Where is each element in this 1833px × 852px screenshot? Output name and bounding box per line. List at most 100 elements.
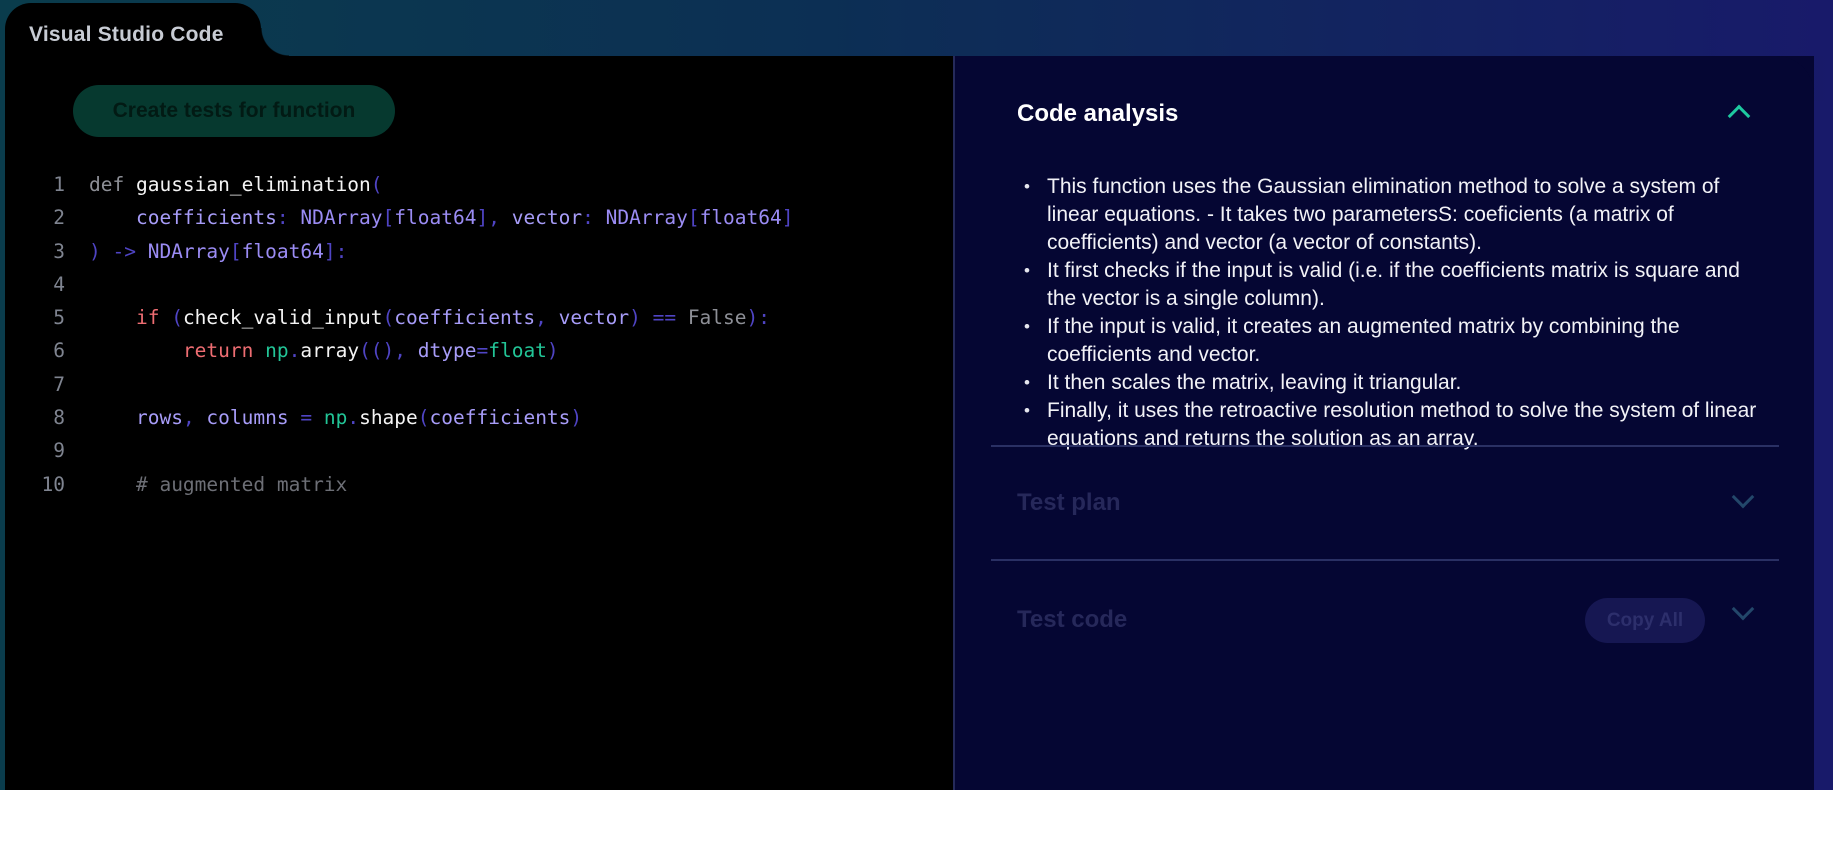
code-line[interactable]: 6 return np.array((), dtype=float) — [5, 334, 953, 367]
code-token: [ — [229, 239, 242, 263]
code-token: ]: — [323, 239, 348, 263]
chevron-up-icon[interactable] — [1727, 104, 1751, 128]
code-text: rows, columns = np.shape(coefficients) — [89, 401, 582, 434]
code-text: ) -> NDArray[float64]: — [89, 235, 347, 268]
code-token: dtype — [417, 339, 477, 363]
line-number: 8 — [53, 406, 65, 430]
analysis-bullet: It first checks if the input is valid (i… — [1024, 257, 1764, 313]
code-text: return np.array((), dtype=float) — [89, 334, 559, 367]
code-line[interactable]: 2 coefficients: NDArray[float64], vector… — [5, 201, 953, 234]
code-token: coefficients — [394, 306, 536, 330]
section-divider — [991, 445, 1779, 447]
code-token: ] — [781, 206, 794, 230]
line-number: 7 — [53, 372, 65, 396]
code-token: NDArray — [300, 206, 383, 230]
code-token: return — [182, 339, 254, 363]
line-number: 2 — [53, 206, 65, 230]
code-token: if — [135, 306, 160, 330]
code-token: = — [476, 339, 489, 363]
code-token: ) — [570, 406, 583, 430]
code-editor[interactable]: Create tests for function 1 def gaussian_… — [5, 56, 953, 790]
code-token: ): — [746, 306, 770, 330]
code-line[interactable]: 5 if (check_valid_input(coefficients, ve… — [5, 301, 953, 334]
section-divider — [991, 559, 1779, 561]
code-token: [ — [382, 206, 395, 230]
code-token: ) == — [629, 306, 688, 330]
create-tests-button[interactable]: Create tests for function — [73, 85, 395, 137]
code-token: ( — [382, 306, 395, 330]
test-plan-header[interactable]: Test plan — [1017, 489, 1121, 517]
code-text: def gaussian_elimination( — [89, 168, 383, 201]
code-line[interactable]: 9 — [5, 434, 953, 467]
line-number: 6 — [53, 339, 65, 363]
code-token: float64 — [241, 239, 324, 263]
code-token: : — [276, 206, 301, 230]
test-code-header[interactable]: Test code — [1017, 606, 1127, 634]
code-token: ( — [159, 306, 183, 330]
code-token: ((), — [359, 339, 418, 363]
window-title-tab[interactable]: Visual Studio Code — [5, 3, 289, 63]
code-lines[interactable]: 1 def gaussian_elimination(2 coefficients… — [5, 168, 953, 501]
code-token: vector — [558, 306, 630, 330]
code-token: ( — [417, 406, 430, 430]
code-analysis-list: This function uses the Gaussian eliminat… — [1024, 173, 1764, 453]
code-line[interactable]: 10 # augmented matrix — [5, 468, 953, 501]
chevron-down-icon[interactable] — [1731, 485, 1755, 509]
code-token: shape — [359, 406, 418, 430]
code-token: float — [488, 339, 547, 363]
code-token: columns — [206, 406, 289, 430]
line-number: 9 — [53, 439, 65, 463]
code-token: , — [535, 306, 559, 330]
window-title: Visual Studio Code — [29, 23, 224, 46]
code-token: NDArray — [605, 206, 688, 230]
code-token: NDArray — [147, 239, 230, 263]
code-line[interactable]: 8 rows, columns = np.shape(coefficients) — [5, 401, 953, 434]
line-number: 1 — [53, 173, 65, 196]
code-token: array — [300, 339, 360, 363]
code-text: if (check_valid_input(coefficients, vect… — [89, 301, 770, 334]
analysis-bullet: If the input is valid, it creates an aug… — [1024, 313, 1764, 369]
code-token: ) -> — [89, 239, 148, 263]
analysis-bullet: This function uses the Gaussian eliminat… — [1024, 173, 1764, 257]
code-token: np — [323, 406, 348, 430]
code-token: def — [89, 173, 136, 196]
code-token: [ — [687, 206, 700, 230]
copy-all-button[interactable]: Copy All — [1585, 598, 1705, 643]
code-token: ( — [370, 173, 383, 196]
code-line[interactable]: 3) -> NDArray[float64]: — [5, 235, 953, 268]
code-token: : — [582, 206, 606, 230]
code-token: = — [288, 406, 324, 430]
code-text: coefficients: NDArray[float64], vector: … — [89, 201, 794, 234]
code-token: float64 — [699, 206, 782, 230]
code-token: rows — [135, 406, 183, 430]
code-analysis-header[interactable]: Code analysis — [1017, 100, 1178, 128]
code-token: # augmented matrix — [135, 472, 348, 496]
code-line[interactable]: 1 def gaussian_elimination( — [5, 168, 953, 201]
chevron-down-icon[interactable] — [1731, 597, 1755, 621]
code-token: . — [288, 339, 301, 363]
analysis-bullet: It then scales the matrix, leaving it tr… — [1024, 369, 1764, 397]
code-line[interactable]: 7 — [5, 368, 953, 401]
code-token: vector — [511, 206, 583, 230]
line-number: 4 — [53, 272, 65, 296]
vscode-window: Visual Studio Code Create tests for func… — [0, 0, 1833, 790]
code-token: ], — [476, 206, 512, 230]
analysis-panel: Code analysis This function uses the Gau… — [953, 56, 1814, 790]
code-token: np — [265, 339, 289, 363]
code-token: gaussian_elimination — [135, 173, 371, 196]
code-token: , — [182, 406, 207, 430]
code-token: coefficients — [135, 206, 277, 230]
code-token: ) — [546, 339, 559, 363]
line-number: 10 — [41, 472, 65, 496]
code-token: False — [687, 306, 747, 330]
code-line[interactable]: 4 — [5, 268, 953, 301]
code-token: . — [347, 406, 360, 430]
code-token: float64 — [394, 206, 477, 230]
code-text: # augmented matrix — [89, 468, 347, 501]
